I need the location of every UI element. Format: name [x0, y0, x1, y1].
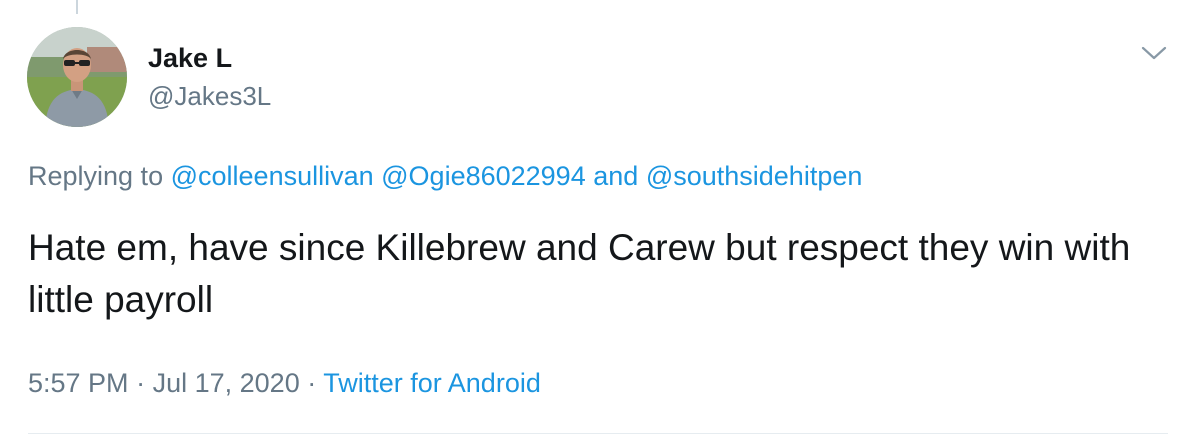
user-handle[interactable]: @Jakes3L: [148, 81, 271, 111]
tweet-menu-button[interactable]: [1136, 38, 1172, 68]
replying-to-label: Replying to: [28, 161, 164, 191]
meta-separator: ·: [307, 368, 317, 398]
tweet-date[interactable]: Jul 17, 2020: [153, 368, 300, 398]
tweet-source-link[interactable]: Twitter for Android: [323, 368, 541, 398]
tweet-text: Hate em, have since Killebrew and Carew …: [28, 227, 1131, 320]
avatar-photo-icon: [27, 27, 127, 127]
mention-link[interactable]: @colleensullivan: [171, 161, 374, 191]
tweet-time[interactable]: 5:57 PM: [28, 368, 129, 398]
tweet-meta: 5:57 PM · Jul 17, 2020 · Twitter for And…: [28, 366, 541, 400]
meta-separator: ·: [136, 368, 146, 398]
chevron-down-icon: [1141, 46, 1167, 60]
mention-conjunction[interactable]: and: [593, 161, 638, 191]
tweet-card: Jake L @Jakes3L Replying to @colleensull…: [0, 0, 1200, 437]
replying-to-line: Replying to @colleensullivan @Ogie860229…: [28, 159, 862, 193]
thread-connector-line: [76, 0, 78, 14]
avatar[interactable]: [27, 27, 127, 127]
mention-link[interactable]: @southsidehitpen: [646, 161, 863, 191]
mention-link[interactable]: @Ogie86022994: [381, 161, 586, 191]
divider: [28, 433, 1168, 434]
display-name[interactable]: Jake L: [148, 43, 232, 73]
